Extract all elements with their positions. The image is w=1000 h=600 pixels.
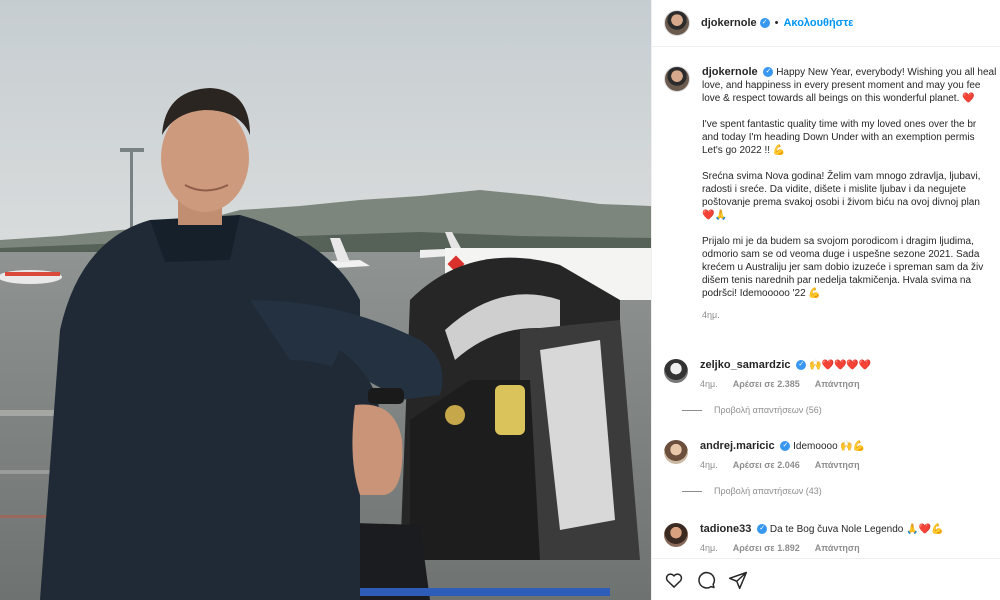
comment-reply-button[interactable]: Απάντηση [815,459,860,472]
comment-meta: 4ημ. Αρέσει σε 2.385 Απάντηση [700,378,871,391]
replies-line [682,490,702,492]
comment-likes[interactable]: Αρέσει σε 1.892 [733,542,800,555]
author-avatar[interactable] [664,10,690,36]
follow-button[interactable]: Ακολουθήστε [783,17,853,29]
comment-likes[interactable]: Αρέσει σε 2.385 [733,378,800,391]
verified-badge-icon: ✓ [780,441,791,452]
caption-username[interactable]: djokernole [702,66,758,78]
comment-time[interactable]: 4ημ. [700,542,718,555]
caption-line: Happy New Year, everybody! Wishing you a… [776,67,997,78]
comment-reply-button[interactable]: Απάντηση [815,542,860,555]
caption-line: ❤️🙏 [702,210,727,221]
caption-line: odmorio sam se od veoma duge i uspešne s… [702,249,980,260]
share-icon[interactable] [728,570,748,590]
comment-meta: 4ημ. Αρέσει σε 1.892 Απάντηση [700,542,943,555]
comment-body: andrej.maricic ✓ Idemoooo 🙌💪 4ημ. Αρέσει… [700,440,865,472]
caption-line: I've spent fantastic quality time with m… [702,119,977,130]
author-username[interactable]: djokernole [701,17,757,29]
photo-illustration: Sk [0,0,651,600]
comment-text: Da te Bog čuva Nole Legendo 🙏❤️💪 [769,524,944,535]
caption-line: love & respect towards all beings on thi… [702,93,975,104]
comment-username[interactable]: tadione33 [700,523,751,535]
comment-avatar[interactable] [664,359,688,383]
caption-line: and today I'm heading Down Under with an… [702,132,975,143]
comment-icon[interactable] [696,570,716,590]
verified-badge-icon: ✓ [763,67,774,78]
comment-time[interactable]: 4ημ. [700,378,718,391]
comment-body: tadione33 ✓ Da te Bog čuva Nole Legendo … [700,523,943,555]
caption-line: Prijalo mi je da budem sa svojom porodic… [702,236,974,247]
separator-dot: • [774,17,779,29]
caption-body: djokernole ✓ Happy New Year, everybody! … [702,66,1000,322]
post-action-bar [652,558,1000,600]
caption-author-avatar[interactable] [664,66,690,92]
caption-line: radosti i sreće. Da vidite, dišete i mis… [702,184,967,195]
comment-text: 🙌❤️❤️❤️❤️ [809,360,872,371]
verified-badge-icon: ✓ [796,360,807,371]
caption-line: poštovanje prema svakoj osobi i živom bi… [702,197,980,208]
comment-time[interactable]: 4ημ. [700,459,718,472]
comment-item: andrej.maricic ✓ Idemoooo 🙌💪 4ημ. Αρέσει… [664,440,1000,496]
caption-paragraph-sr-2: Prijalo mi je da budem sa svojom porodic… [702,235,1000,300]
caption-line: krećem u Australiju jer sam dobio izuzeć… [702,262,984,273]
caption-paragraph-sr-1: Srećna svima Nova godina! Želim vam mnog… [702,170,1000,222]
post-header: djokernole ✓ • Ακολουθήστε [652,0,1000,47]
post-side-panel: djokernole ✓ • Ακολουθήστε djokernole ✓ … [651,0,1000,600]
comment-meta: 4ημ. Αρέσει σε 2.046 Απάντηση [700,459,865,472]
view-replies-button[interactable]: Προβολή απαντήσεων (43) [682,486,1000,496]
comment-avatar[interactable] [664,523,688,547]
view-replies-label: Προβολή απαντήσεων (56) [714,405,822,415]
replies-line [682,409,702,411]
verified-badge-icon: ✓ [759,18,770,28]
comment-item: zeljko_samardzic ✓ 🙌❤️❤️❤️❤️ 4ημ. Αρέσει… [664,359,1000,415]
comment-username[interactable]: zeljko_samardzic [700,359,791,371]
heart-icon[interactable] [664,570,684,590]
comment-text: Idemoooo 🙌💪 [793,441,866,452]
caption-line: podršci! Idemooooo '22 💪 [702,288,821,299]
caption-line: Srećna svima Nova godina! Želim vam mnog… [702,171,981,182]
caption-paragraph-en-2: I've spent fantastic quality time with m… [702,118,1000,157]
comment-item: tadione33 ✓ Da te Bog čuva Nole Legendo … [664,523,1000,555]
view-replies-button[interactable]: Προβολή απαντήσεων (56) [682,405,1000,415]
post-photo[interactable]: Sk [0,0,651,600]
comment-avatar[interactable] [664,440,688,464]
caption-paragraph-en-1: djokernole ✓ Happy New Year, everybody! … [702,66,1000,105]
comment-reply-button[interactable]: Απάντηση [815,378,860,391]
caption-line: Let's go 2022 !! 💪 [702,145,786,156]
view-replies-label: Προβολή απαντήσεων (43) [714,486,822,496]
comment-likes[interactable]: Αρέσει σε 2.046 [733,459,800,472]
verified-badge-icon: ✓ [757,524,768,535]
caption-line: dišem tenis narednih par nedelja takmiče… [702,275,972,286]
caption-time[interactable]: 4ημ. [702,309,1000,322]
comment-body: zeljko_samardzic ✓ 🙌❤️❤️❤️❤️ 4ημ. Αρέσει… [700,359,871,391]
caption-line: love, and happiness in every present mom… [702,80,981,91]
post-caption: djokernole ✓ Happy New Year, everybody! … [664,66,1000,322]
comment-username[interactable]: andrej.maricic [700,440,775,452]
